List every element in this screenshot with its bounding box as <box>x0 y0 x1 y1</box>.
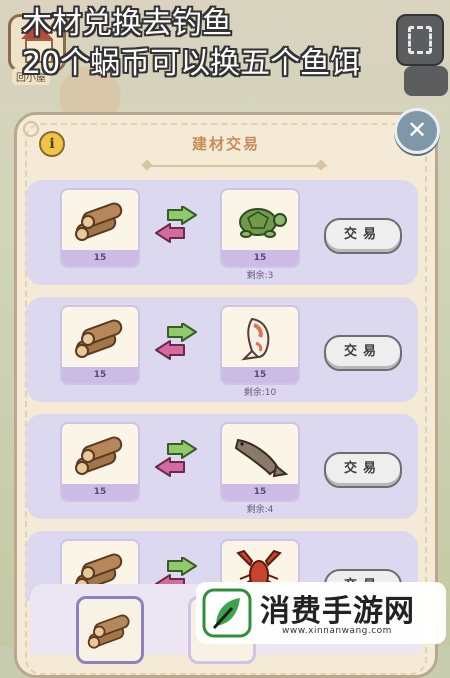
give-item-card: 15 <box>60 422 140 502</box>
trade-list: 15 15 剩余:3 交易 15 15 剩余:10 交易 15 15 剩余:4 … <box>26 180 418 613</box>
give-count: 15 <box>62 367 138 383</box>
remaining-count: 剩余:3 <box>246 271 274 281</box>
swap-arrows-icon <box>155 440 197 477</box>
fish-icon <box>234 438 288 478</box>
koi-fish-icon <box>241 317 270 361</box>
get-count: 15 <box>222 367 298 383</box>
remaining-count: 剩余:4 <box>246 505 274 515</box>
trade-row: 15 15 剩余:4 交易 <box>26 414 418 519</box>
title-divider <box>147 165 327 167</box>
watermark-title: 消费手游网 <box>260 594 415 629</box>
dialog-title: 建材交易 <box>191 135 260 153</box>
get-item-card: 15 <box>220 305 300 385</box>
trade-button[interactable]: 交易 <box>324 452 402 488</box>
remaining-count: 剩余:10 <box>243 388 277 398</box>
give-count: 15 <box>62 250 138 266</box>
get-count: 15 <box>222 250 298 266</box>
get-count: 15 <box>222 484 298 500</box>
wood-logs-icon <box>75 319 123 358</box>
turtle-icon <box>239 208 287 238</box>
inventory-slot-selected[interactable] <box>76 596 144 664</box>
swap-arrows-icon <box>155 323 197 360</box>
give-item-card: 15 <box>60 188 140 268</box>
close-icon[interactable]: ✕ <box>394 108 440 154</box>
get-item-card: 15 <box>220 188 300 268</box>
wood-logs-icon <box>75 436 123 475</box>
caption-line-1: 木材兑换去钓鱼 <box>22 6 232 41</box>
trade-row: 15 15 剩余:3 交易 <box>26 180 418 285</box>
scan-icon[interactable] <box>396 14 444 66</box>
caption-line-2: 20个蜗币可以换五个鱼饵 <box>22 46 361 81</box>
wood-logs-icon <box>87 614 130 649</box>
give-item-card: 15 <box>60 305 140 385</box>
trade-button[interactable]: 交易 <box>324 218 402 254</box>
overlay-caption: 木材兑换去钓鱼 20个蜗币可以换五个鱼饵 <box>22 4 360 84</box>
site-watermark: 消费手游网 www.xinnanwang.com <box>196 582 446 644</box>
trade-row: 15 15 剩余:10 交易 <box>26 297 418 402</box>
trade-button[interactable]: 交易 <box>324 335 402 371</box>
watermark-url: www.xinnanwang.com <box>282 626 392 636</box>
get-item-card: 15 <box>220 422 300 502</box>
leaf-logo-icon <box>202 588 252 638</box>
give-count: 15 <box>62 484 138 500</box>
swap-arrows-icon <box>155 206 197 243</box>
side-button[interactable] <box>404 66 448 96</box>
wood-logs-icon <box>75 202 123 241</box>
